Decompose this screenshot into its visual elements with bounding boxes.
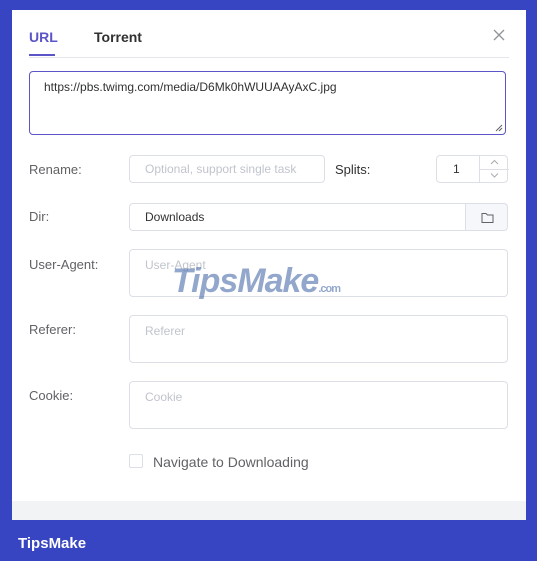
resize-handle-icon[interactable] (495, 124, 503, 132)
url-textarea[interactable]: https://pbs.twimg.com/media/D6Mk0hWUUAAy… (29, 71, 506, 135)
add-task-dialog: URL Torrent https://pbs.twimg.com/media/… (12, 10, 526, 520)
dir-label: Dir: (29, 209, 50, 224)
cookie-label: Cookie: (29, 388, 74, 403)
dialog-footer (12, 501, 526, 520)
splits-stepper[interactable]: 1 (436, 155, 509, 183)
close-icon[interactable] (492, 28, 506, 42)
referer-label: Referer: (29, 322, 76, 337)
splits-decrease-button[interactable] (479, 169, 509, 182)
splits-label: Splits: (335, 162, 371, 177)
splits-value: 1 (453, 162, 460, 176)
chevron-down-icon (490, 173, 499, 178)
tab-torrent[interactable]: Torrent (94, 29, 142, 45)
navigate-to-downloading-checkbox[interactable] (129, 454, 143, 468)
dir-input[interactable]: Downloads (129, 203, 466, 231)
tab-url[interactable]: URL (29, 29, 58, 45)
watermark-main: TipsMake (172, 262, 319, 300)
chevron-up-icon (490, 159, 499, 165)
select-directory-button[interactable] (465, 203, 508, 231)
brand-logo: TipsMake (18, 535, 87, 552)
rename-label: Rename: (29, 162, 82, 177)
referer-textarea[interactable]: Referer (129, 315, 508, 363)
navigate-to-downloading-label[interactable]: Navigate to Downloading (153, 454, 309, 470)
cookie-textarea[interactable]: Cookie (129, 381, 508, 429)
watermark-suffix: .com (318, 283, 341, 295)
splits-increase-button[interactable] (479, 156, 509, 170)
url-value: https://pbs.twimg.com/media/D6Mk0hWUUAAy… (44, 80, 337, 94)
user-agent-label: User-Agent: (29, 257, 99, 272)
folder-icon (481, 213, 494, 223)
tab-bar: URL Torrent (29, 10, 509, 58)
watermark: TipsMake.com (172, 262, 341, 301)
active-tab-indicator (29, 54, 55, 56)
rename-input[interactable]: Optional, support single task (129, 155, 325, 183)
